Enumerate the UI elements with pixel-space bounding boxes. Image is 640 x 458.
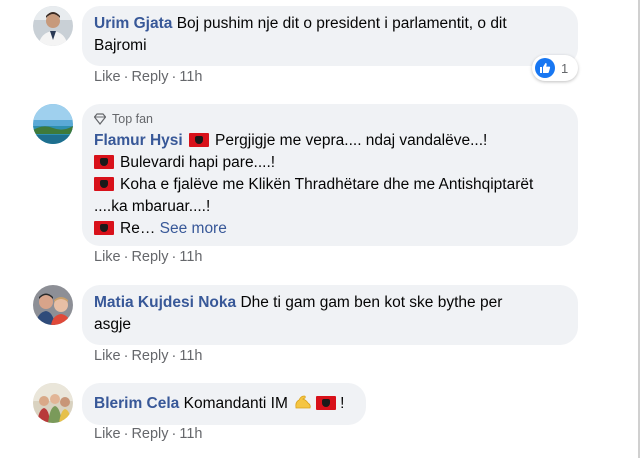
reply-button[interactable]: Reply — [131, 69, 168, 85]
albania-flag-icon — [189, 133, 210, 147]
comment-actions: Like · Reply · 11h — [94, 249, 203, 265]
albania-flag-icon — [94, 177, 114, 191]
diamond-icon — [94, 113, 106, 125]
comment-body: Komandanti IM — [183, 395, 288, 412]
badge-label: Top fan — [112, 112, 154, 126]
albania-flag-icon — [316, 396, 337, 410]
comment-line: Pergjigje me vepra.... ndaj vandalëve...… — [215, 132, 488, 149]
reply-button[interactable]: Reply — [131, 426, 168, 442]
author-name[interactable]: Matia Kujdesi Noka — [94, 294, 236, 311]
like-button[interactable]: Like — [94, 426, 121, 442]
timestamp[interactable]: 11h — [179, 426, 202, 442]
albania-flag-icon — [94, 155, 114, 169]
comment-line: ....ka mbaruar....! — [94, 198, 211, 215]
reply-button[interactable]: Reply — [131, 348, 168, 364]
comment-bubble: Blerim Cela Komandanti IM ! — [82, 383, 366, 425]
see-more-link[interactable]: See more — [160, 220, 227, 237]
top-fan-badge: Top fan — [94, 110, 566, 128]
comment-body-line2: Bajromi — [94, 37, 147, 54]
author-name[interactable]: Blerim Cela — [94, 395, 179, 412]
reply-button[interactable]: Reply — [131, 249, 168, 265]
timestamp[interactable]: 11h — [179, 69, 202, 85]
like-reaction-icon — [535, 58, 555, 78]
albania-flag-icon — [94, 221, 114, 235]
avatar[interactable] — [33, 383, 73, 423]
timestamp[interactable]: 11h — [179, 249, 202, 265]
avatar[interactable] — [33, 285, 73, 325]
like-button[interactable]: Like — [94, 348, 121, 364]
author-name[interactable]: Urim Gjata — [94, 15, 172, 32]
comment-text: Urim Gjata Boj pushim nje dit o presiden… — [94, 13, 566, 35]
like-button[interactable]: Like — [94, 249, 121, 265]
comment-bubble: Matia Kujdesi Noka Dhe ti gam gam ben ko… — [82, 285, 578, 345]
comment-actions: Like · Reply · 11h — [94, 348, 203, 364]
comment-body-end: ! — [340, 395, 345, 412]
comment-line: Bulevardi hapi pare....! — [120, 154, 276, 171]
comment-line: Re… — [120, 220, 156, 237]
comment-bubble: Top fan Flamur Hysi Pergjigje me vepra..… — [82, 104, 578, 246]
flexed-biceps-icon — [295, 395, 311, 409]
timestamp[interactable]: 11h — [179, 348, 202, 364]
reaction-count: 1 — [561, 60, 569, 76]
comment-bubble: Urim Gjata Boj pushim nje dit o presiden… — [82, 6, 578, 66]
comment-body: Dhe ti gam gam ben kot ske bythe per — [240, 294, 503, 311]
comment-body: Boj pushim nje dit o president i parlame… — [176, 15, 507, 32]
comment-actions: Like · Reply · 11h — [94, 426, 203, 442]
author-name[interactable]: Flamur Hysi — [94, 132, 183, 149]
avatar[interactable] — [33, 6, 73, 46]
comment-actions: Like · Reply · 11h — [94, 69, 203, 85]
comment-line: Koha e fjalëve me Klikën Thradhëtare dhe… — [120, 176, 534, 193]
reaction-summary[interactable]: 1 — [532, 55, 578, 81]
comment-body-line2: asgje — [94, 316, 132, 333]
like-button[interactable]: Like — [94, 69, 121, 85]
avatar[interactable] — [33, 104, 73, 144]
